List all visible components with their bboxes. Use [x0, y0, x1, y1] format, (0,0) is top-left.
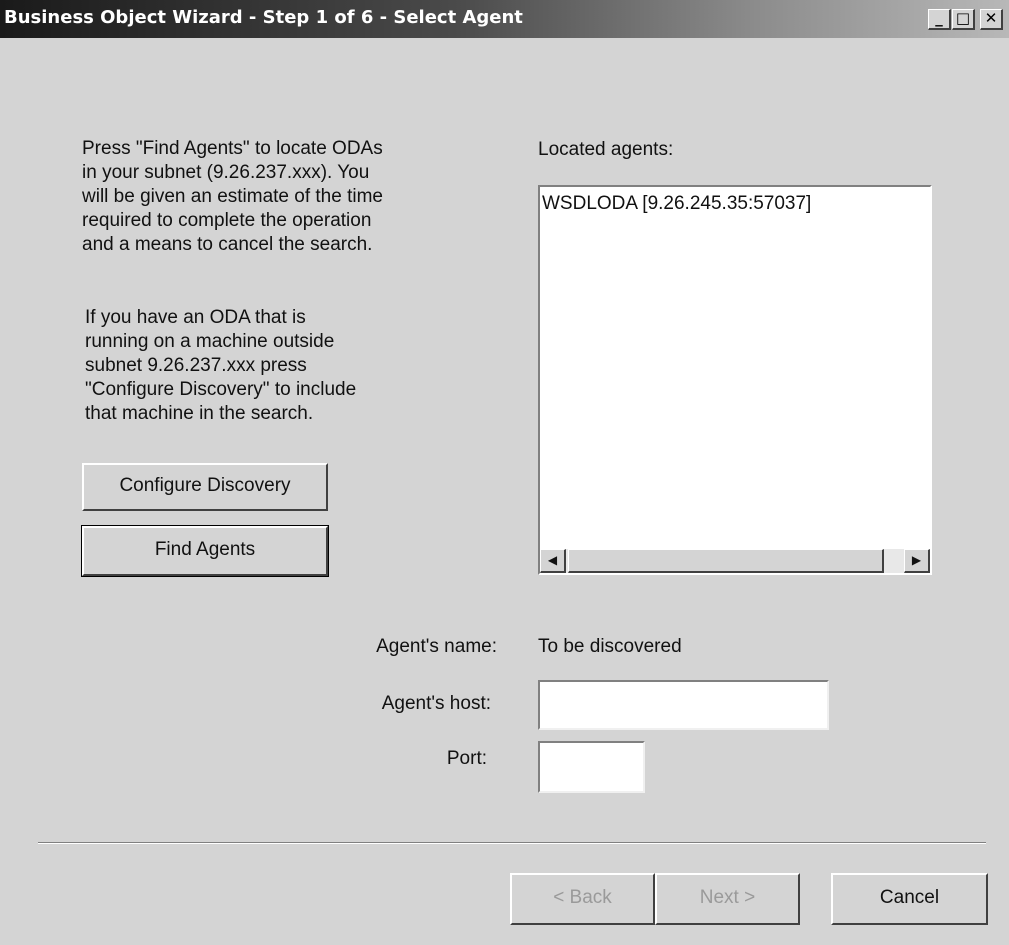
instruction-line: required to complete the operation — [82, 210, 372, 231]
back-button[interactable]: < Back — [510, 873, 655, 925]
window-title: Business Object Wizard - Step 1 of 6 - S… — [4, 7, 523, 28]
instruction-line: in your subnet (9.26.237.xxx). You — [82, 162, 370, 183]
instructions-find: Press "Find Agents" to locate ODAs in yo… — [82, 137, 462, 257]
agent-name-value: To be discovered — [538, 636, 682, 657]
located-agents-label: Located agents: — [538, 139, 674, 160]
minimize-button[interactable]: _ — [928, 9, 951, 30]
horizontal-scrollbar[interactable]: ◀ ▶ — [540, 549, 930, 573]
agent-host-input[interactable] — [538, 680, 829, 730]
instruction-line: If you have an ODA that is — [85, 307, 306, 328]
instruction-line: subnet 9.26.237.xxx press — [85, 355, 307, 376]
title-bar: Business Object Wizard - Step 1 of 6 - S… — [0, 0, 1009, 38]
instructions-configure: If you have an ODA that is running on a … — [85, 306, 465, 426]
instruction-line: "Configure Discovery" to include — [85, 379, 357, 400]
cancel-button[interactable]: Cancel — [831, 873, 988, 925]
agent-host-label: Agent's host: — [381, 693, 491, 714]
instruction-line: running on a machine outside — [85, 331, 335, 352]
separator — [38, 842, 986, 844]
scroll-left-arrow-icon[interactable]: ◀ — [540, 549, 566, 573]
instruction-line: will be given an estimate of the time — [82, 186, 383, 207]
instruction-line: that machine in the search. — [85, 403, 314, 424]
port-input[interactable] — [538, 741, 645, 793]
close-button[interactable]: ✕ — [980, 9, 1003, 30]
agent-name-label: Agent's name: — [376, 636, 497, 657]
maximize-button[interactable]: □ — [952, 9, 975, 30]
scrollbar-thumb[interactable] — [568, 549, 884, 573]
list-item[interactable]: WSDLODA [9.26.245.35:57037] — [542, 193, 811, 215]
configure-discovery-button[interactable]: Configure Discovery — [82, 463, 328, 511]
port-label: Port: — [446, 748, 487, 769]
instruction-line: Press "Find Agents" to locate ODAs — [82, 138, 383, 159]
next-button[interactable]: Next > — [655, 873, 800, 925]
instruction-line: and a means to cancel the search. — [82, 234, 373, 255]
scroll-right-arrow-icon[interactable]: ▶ — [904, 549, 930, 573]
find-agents-button[interactable]: Find Agents — [81, 525, 329, 577]
located-agents-list[interactable]: WSDLODA [9.26.245.35:57037] ◀ ▶ — [538, 185, 932, 575]
